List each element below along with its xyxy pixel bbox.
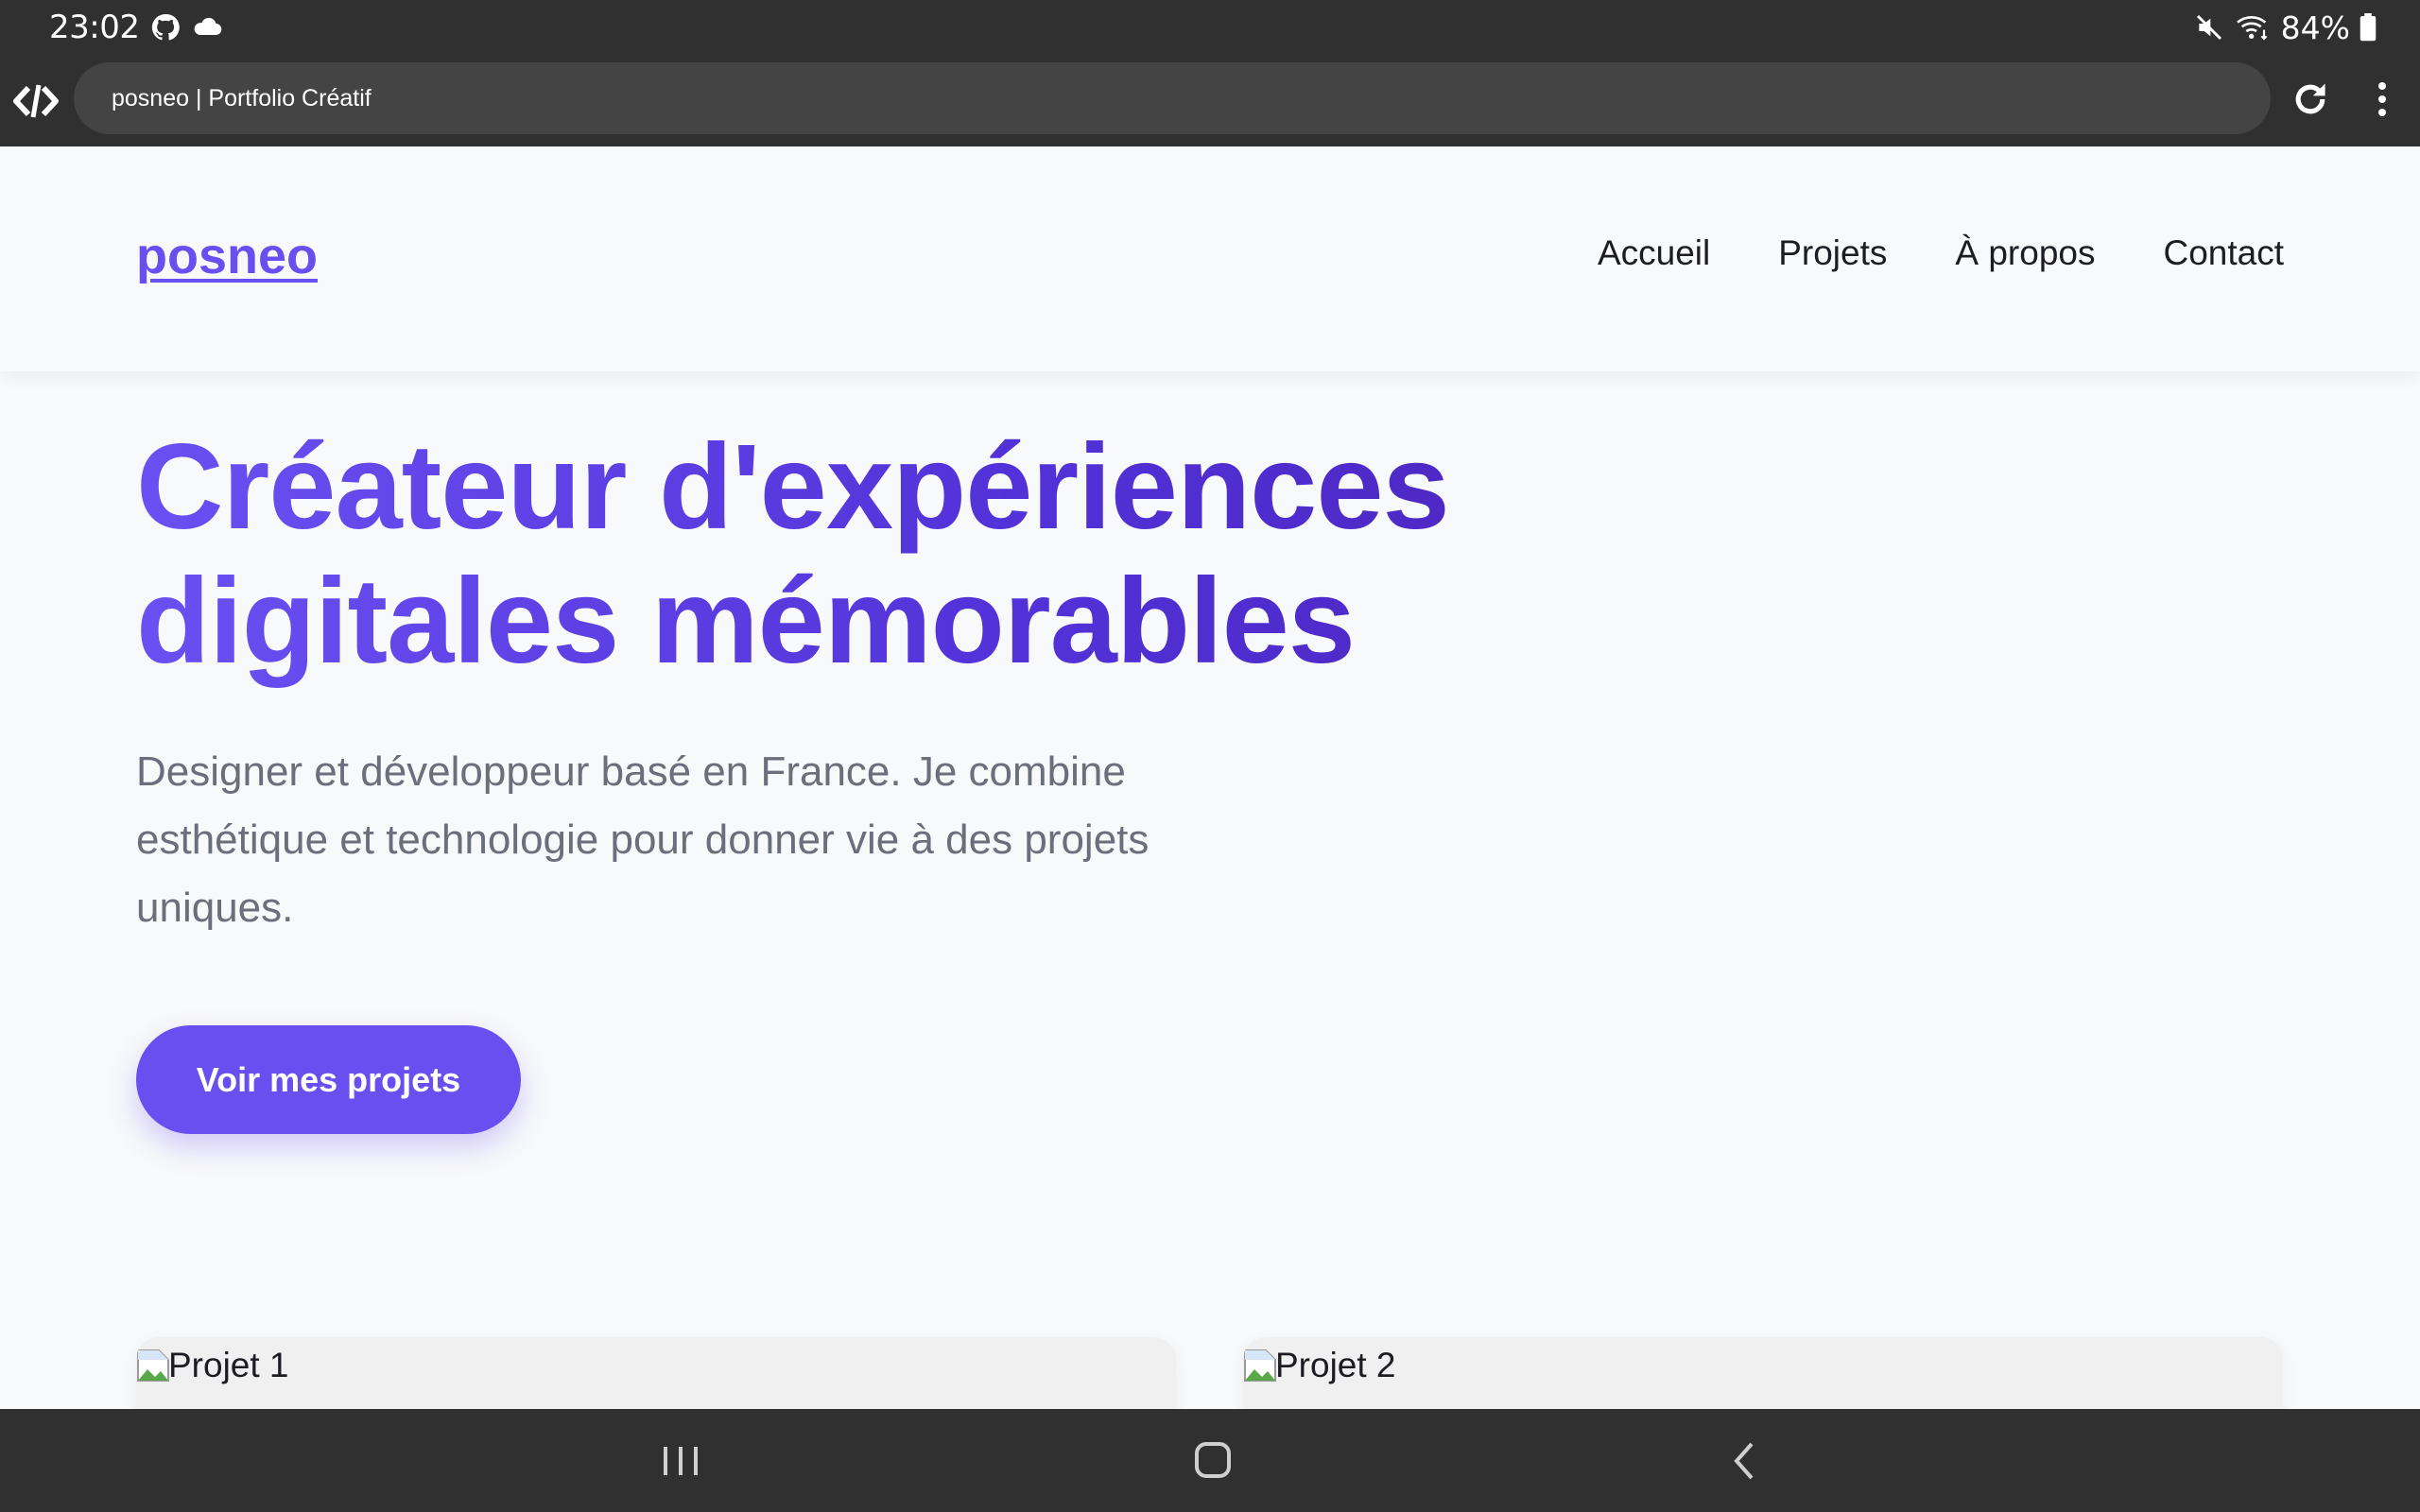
recents-icon[interactable] bbox=[652, 1437, 709, 1485]
github-icon bbox=[150, 12, 181, 43]
project-image-alt: Projet 2 bbox=[1275, 1346, 1396, 1384]
system-navigation-bar bbox=[0, 1409, 2420, 1512]
reload-icon[interactable] bbox=[2290, 78, 2331, 120]
wifi-icon bbox=[2234, 12, 2272, 43]
hero-title: Créateur d'expériences digitales mémorab… bbox=[136, 421, 1743, 689]
site-header: posneo Accueil Projets À propos Contact bbox=[0, 146, 2420, 371]
status-time: 23:02 bbox=[49, 9, 140, 46]
browser-toolbar: posneo | Portfolio Créatif bbox=[0, 54, 2420, 146]
broken-image-icon bbox=[1244, 1349, 1276, 1382]
home-icon[interactable] bbox=[1184, 1437, 1241, 1485]
battery-icon bbox=[2360, 13, 2377, 42]
brand-logo-link[interactable]: posneo bbox=[136, 227, 318, 285]
app-logo-icon[interactable] bbox=[13, 82, 59, 120]
view-projects-button[interactable]: Voir mes projets bbox=[136, 1025, 521, 1134]
page-title-text: posneo | Portfolio Créatif bbox=[112, 84, 372, 112]
more-vert-icon[interactable] bbox=[2371, 78, 2394, 120]
project-card[interactable]: Projet 1 bbox=[136, 1337, 1176, 1409]
hero-title-line-2: digitales mémorables bbox=[136, 554, 1355, 689]
web-page: posneo Accueil Projets À propos Contact … bbox=[0, 146, 2420, 1409]
mute-icon bbox=[2194, 12, 2224, 43]
hero-description: Designer et développeur basé en France. … bbox=[136, 748, 1150, 931]
main-nav: Accueil Projets À propos Contact bbox=[1598, 233, 2284, 273]
hero-title-line-1: Créateur d'expériences bbox=[136, 420, 1449, 555]
project-image-alt: Projet 1 bbox=[168, 1346, 289, 1384]
project-image: Projet 2 bbox=[1243, 1337, 1396, 1394]
back-icon[interactable] bbox=[1716, 1437, 1772, 1485]
nav-link-projets[interactable]: Projets bbox=[1778, 233, 1887, 273]
cloud-icon bbox=[192, 16, 222, 39]
nav-link-contact[interactable]: Contact bbox=[2163, 233, 2284, 273]
nav-link-a-propos[interactable]: À propos bbox=[1955, 233, 2095, 273]
battery-percentage: 84% bbox=[2280, 9, 2350, 46]
broken-image-icon bbox=[137, 1349, 169, 1382]
status-bar: 23:02 84% bbox=[0, 0, 2420, 54]
project-image: Projet 1 bbox=[136, 1337, 289, 1394]
address-bar[interactable]: posneo | Portfolio Créatif bbox=[74, 62, 2271, 134]
project-card[interactable]: Projet 2 bbox=[1243, 1337, 2283, 1409]
nav-link-accueil[interactable]: Accueil bbox=[1598, 233, 1710, 273]
